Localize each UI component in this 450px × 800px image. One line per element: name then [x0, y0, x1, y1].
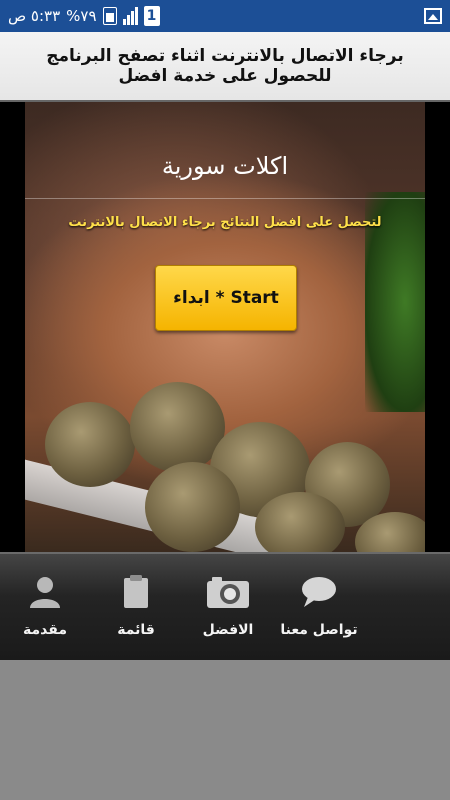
battery-icon [102, 7, 117, 25]
nav-item-intro[interactable]: مقدمة [0, 554, 90, 660]
signal-icon [122, 7, 138, 25]
stuffing-balls [25, 362, 425, 552]
sim-indicator: 1 [143, 6, 160, 26]
clipboard-icon [114, 574, 158, 610]
battery-percent: %٧٩ [66, 7, 97, 25]
person-icon [23, 574, 67, 610]
status-time: ٥:٣٣ ص [8, 7, 61, 25]
nav-label: تواصل معنا [280, 622, 358, 638]
image-notification-icon [424, 8, 442, 24]
start-button[interactable]: ابداء * Start [155, 265, 297, 331]
title-divider [25, 198, 425, 199]
camera-icon [206, 574, 250, 610]
nav-item-list[interactable]: قائمة [91, 554, 181, 660]
status-left: ٥:٣٣ ص %٧٩ 1 [8, 6, 160, 26]
bottom-nav: مقدمة قائمة الافضل تواصل معنا [0, 552, 450, 660]
status-bar: ٥:٣٣ ص %٧٩ 1 [0, 0, 450, 32]
nav-item-best[interactable]: الافضل [183, 554, 273, 660]
stuffing-ball [145, 462, 240, 552]
page-title: اكلات سورية [161, 152, 289, 180]
hero-panel: اكلات سورية لتحصل على افضل النتائج برجاء… [0, 102, 450, 552]
internet-notice: برجاء الاتصال بالانترنت اثناء تصفح البرن… [0, 32, 450, 102]
chat-bubble-icon [297, 574, 341, 610]
stuffing-ball [45, 402, 135, 487]
nav-item-contact[interactable]: تواصل معنا [274, 554, 364, 660]
nav-label: الافضل [202, 622, 254, 638]
nav-label: مقدمة [23, 622, 67, 638]
nav-label: قائمة [117, 622, 155, 638]
connection-hint: لتحصل على افضل النتائج برجاء الاتصال بال… [68, 215, 382, 230]
